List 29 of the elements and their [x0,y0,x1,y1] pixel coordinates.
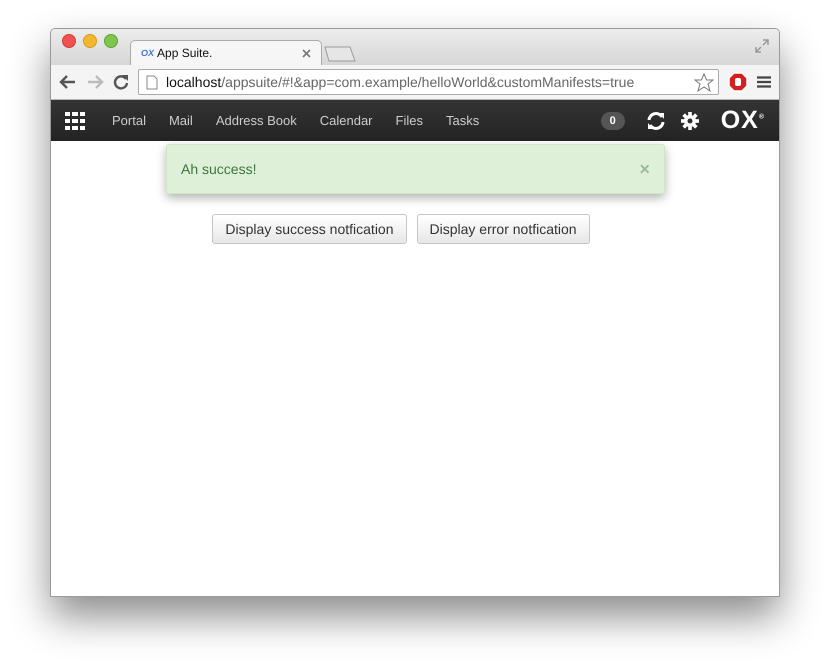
notification-count[interactable]: 0 [600,112,625,130]
menu-icon[interactable] [757,76,771,88]
nav-link[interactable]: Mail [168,113,193,128]
close-window-button[interactable] [62,34,76,48]
zoom-window-button[interactable] [104,34,118,48]
settings-icon[interactable] [680,112,699,130]
tab-logo: OX [141,48,154,58]
refresh-icon[interactable] [646,110,666,130]
address-bar[interactable]: localhost/appsuite/#!&app=com.example/helloWorld&customManifests=true [138,69,719,95]
nav-link[interactable]: Address Book [216,113,297,128]
fullscreen-icon[interactable] [755,39,769,53]
nav-link[interactable]: Files [396,113,423,128]
notification-button[interactable]: Display success notfication [212,214,406,244]
new-tab-button[interactable] [324,46,356,62]
back-icon[interactable] [59,74,77,90]
notification-button[interactable]: Display error notfication [416,214,590,244]
close-tab-icon[interactable] [302,48,311,58]
app-launcher-icon[interactable] [65,112,85,130]
star-icon[interactable] [694,72,714,92]
nav-link[interactable]: Tasks [446,113,480,128]
notification-message: Ah success! [181,161,258,177]
tab-title: App Suite. [157,46,214,60]
ox-logo: OX$^{®}$ [720,106,765,135]
url-text: localhost/appsuite/#!&app=com.example/helloWorld&customManifests=true [166,74,636,90]
page-icon [146,74,158,90]
nav-link[interactable]: Portal [112,113,146,128]
reload-icon[interactable] [113,74,129,90]
nav-link[interactable]: Calendar [320,113,373,128]
browser-tab[interactable]: OX App Suite. [130,40,322,65]
